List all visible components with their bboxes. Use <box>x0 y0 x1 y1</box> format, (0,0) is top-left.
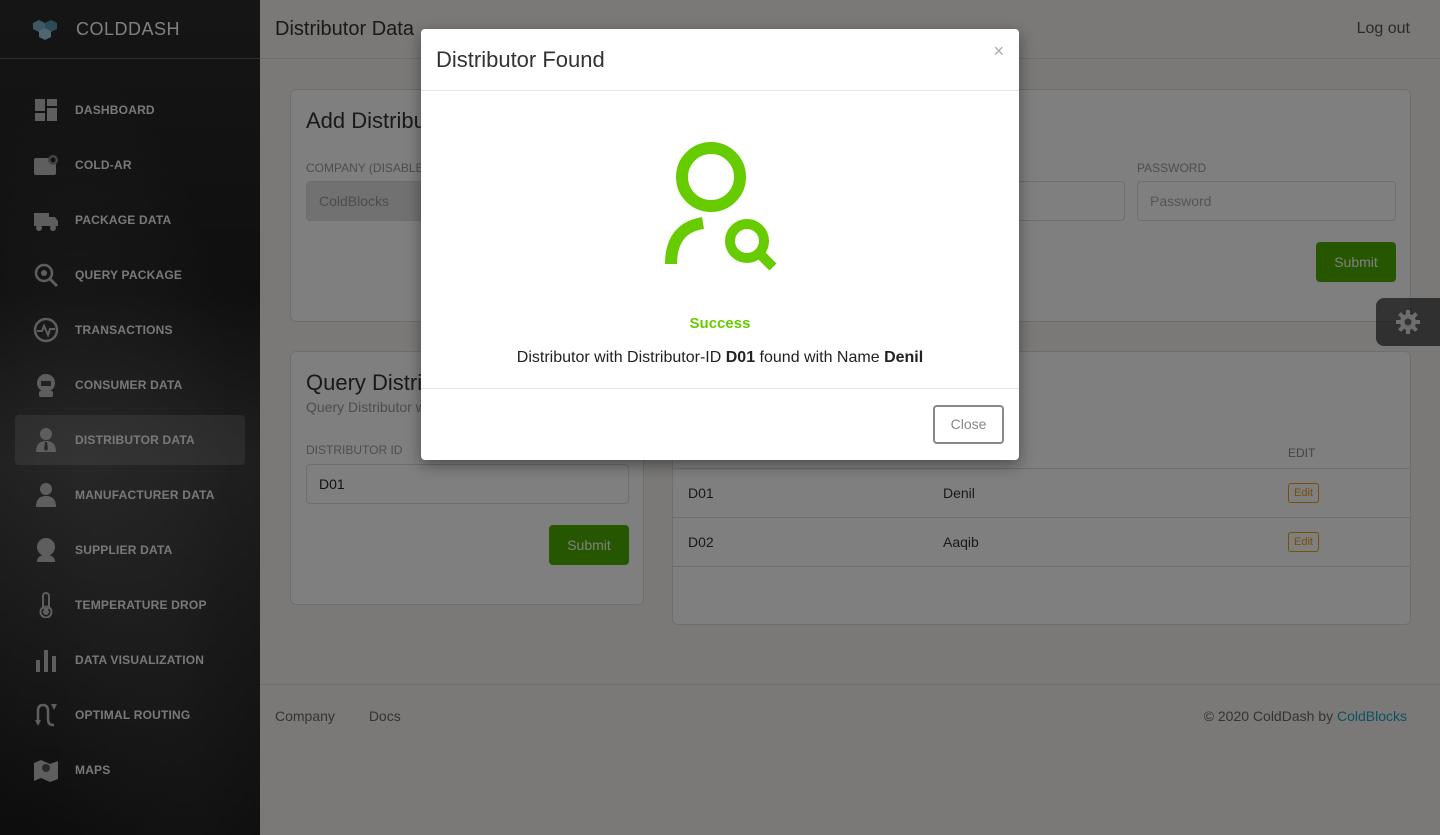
msg-id: D01 <box>725 349 756 366</box>
success-label: Success <box>689 315 751 332</box>
modal-footer: Close <box>421 389 1019 459</box>
msg-prefix: Distributor with Distributor-ID <box>516 349 722 366</box>
distributor-found-modal: Distributor Found × Success Distributor … <box>421 29 1019 460</box>
user-search-icon <box>663 141 778 271</box>
modal-body: Success Distributor with Distributor-ID … <box>421 91 1019 389</box>
msg-mid: found with Name <box>759 349 880 366</box>
close-button[interactable]: Close <box>933 404 1004 444</box>
msg-name: Denil <box>884 349 924 366</box>
result-message: Distributor with Distributor-ID D01 foun… <box>517 349 923 367</box>
modal-header: Distributor Found × <box>421 29 1019 91</box>
modal-title: Distributor Found <box>436 46 605 72</box>
close-icon[interactable]: × <box>993 41 1004 62</box>
